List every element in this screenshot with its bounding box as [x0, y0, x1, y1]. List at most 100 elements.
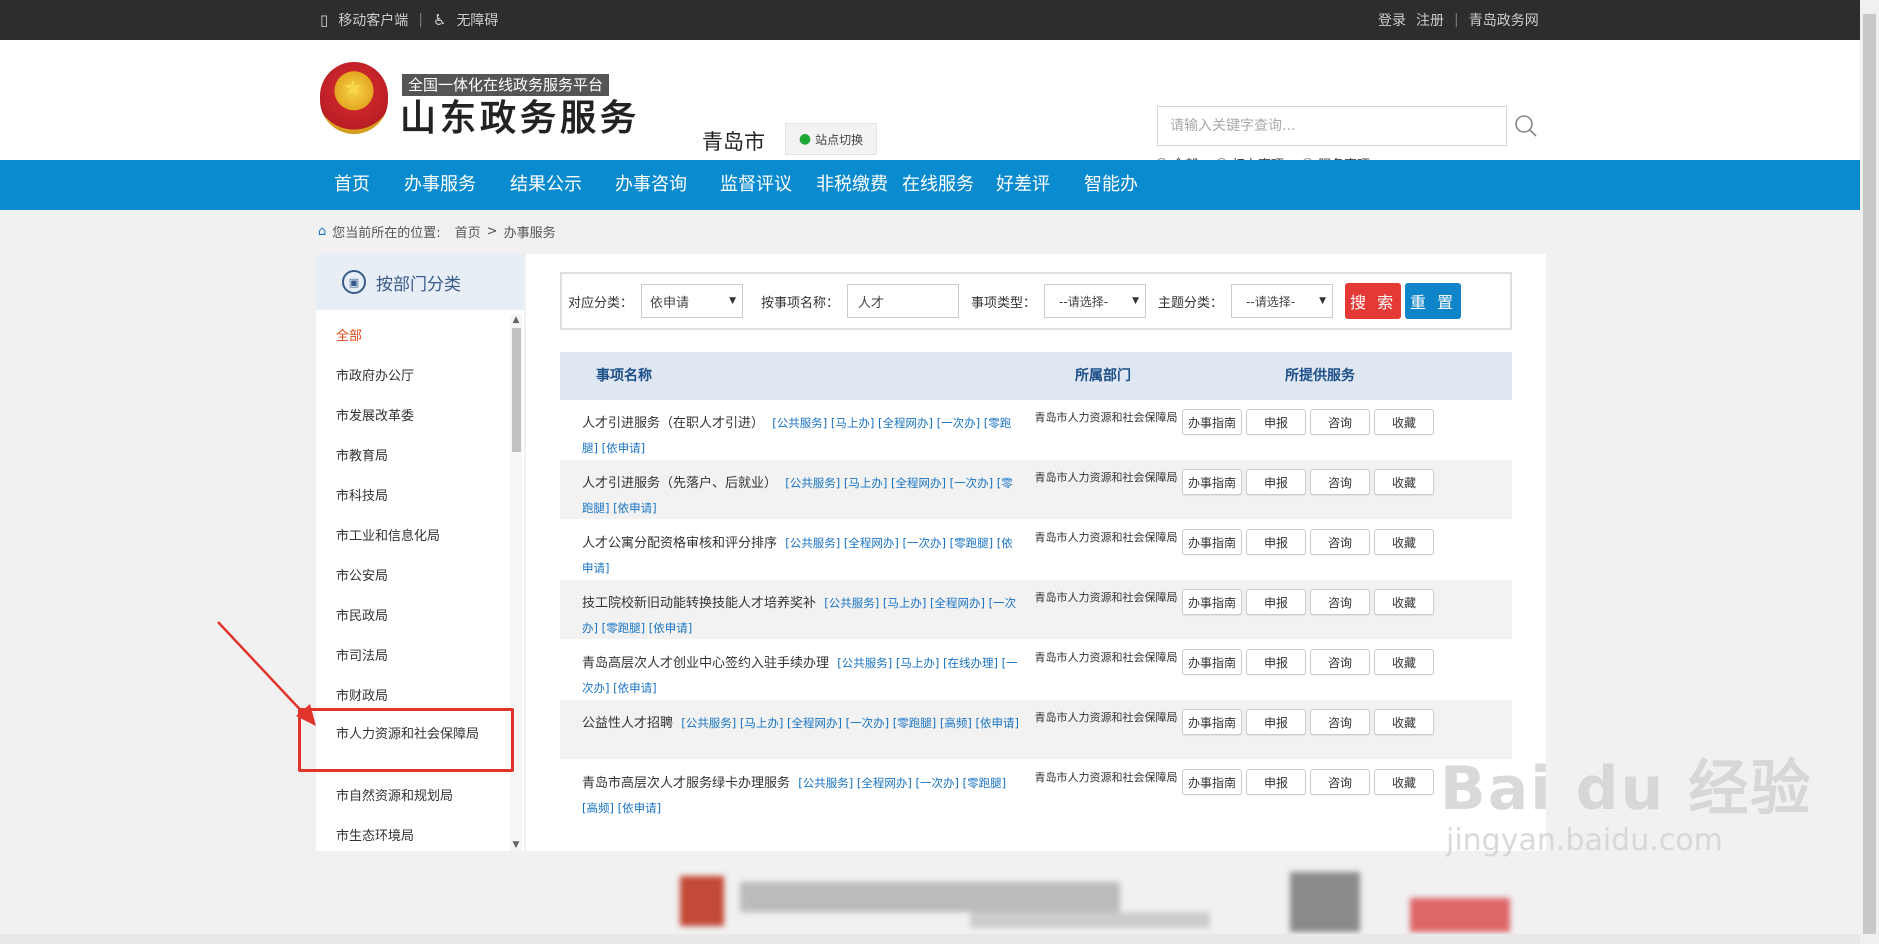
page-horizontal-scrollbar[interactable]	[0, 934, 1860, 944]
nav-services[interactable]: 办事服务	[404, 160, 476, 210]
sidebar-item-all[interactable]: 全部	[316, 314, 508, 354]
nav-supervise[interactable]: 监督评议	[720, 160, 792, 210]
footer-badge-blur	[1410, 898, 1510, 932]
category-select[interactable]: 依申请 ▼	[641, 284, 744, 318]
scroll-down-arrow-icon[interactable]: ▼	[510, 839, 522, 851]
favorite-button[interactable]: 收藏	[1374, 529, 1434, 555]
consult-button[interactable]: 咨询	[1310, 409, 1370, 435]
guide-button[interactable]: 办事指南	[1182, 649, 1242, 675]
search-input[interactable]	[1157, 106, 1507, 146]
consult-button[interactable]: 咨询	[1310, 649, 1370, 675]
apply-button[interactable]: 申报	[1246, 589, 1306, 615]
mobile-client-link[interactable]: 移动客户端	[338, 10, 408, 30]
guide-button[interactable]: 办事指南	[1182, 409, 1242, 435]
topic-select[interactable]: --请选择- ▼	[1231, 284, 1334, 318]
sidebar-item[interactable]: 市工业和信息化局	[316, 514, 508, 554]
scrollbar-thumb[interactable]	[512, 328, 521, 452]
sidebar-item[interactable]: 市民政局	[316, 594, 508, 634]
accessibility-link[interactable]: 无障碍	[456, 10, 498, 30]
favorite-button[interactable]: 收藏	[1374, 409, 1434, 435]
favorite-button[interactable]: 收藏	[1374, 709, 1434, 735]
reset-button[interactable]: 重 置	[1405, 283, 1462, 319]
guide-button[interactable]: 办事指南	[1182, 589, 1242, 615]
consult-button[interactable]: 咨询	[1310, 709, 1370, 735]
page-vertical-scrollbar[interactable]	[1860, 0, 1879, 944]
item-name-link[interactable]: 公益性人才招聘	[582, 716, 673, 731]
table-header: 事项名称 所属部门 所提供服务	[560, 352, 1512, 400]
sidebar-item[interactable]: 市政府办公厅	[316, 354, 508, 394]
apply-button[interactable]: 申报	[1246, 709, 1306, 735]
consult-button[interactable]: 咨询	[1310, 769, 1370, 795]
item-name-link[interactable]: 人才引进服务（先落户、后就业）	[582, 476, 777, 491]
login-link[interactable]: 登录	[1378, 10, 1406, 30]
apply-button[interactable]: 申报	[1246, 409, 1306, 435]
nav-nontax[interactable]: 非税缴费	[816, 160, 888, 210]
scrollbar-thumb[interactable]	[1863, 14, 1876, 934]
sidebar-item[interactable]: 市科技局	[316, 474, 508, 514]
department-cell: 青岛市人力资源和社会保障局	[1034, 531, 1178, 544]
home-icon: ⌂	[318, 224, 327, 239]
guide-button[interactable]: 办事指南	[1182, 709, 1242, 735]
sidebar-item[interactable]: 市生态环境局	[316, 814, 508, 854]
consult-button[interactable]: 咨询	[1310, 469, 1370, 495]
register-link[interactable]: 注册	[1416, 10, 1444, 30]
favorite-button[interactable]: 收藏	[1374, 649, 1434, 675]
platform-slogan: 全国一体化在线政务服务平台	[402, 74, 610, 96]
department-cell: 青岛市人力资源和社会保障局	[1034, 651, 1178, 664]
watermark-main: Bai du 经验	[1440, 754, 1813, 824]
nav-smart[interactable]: 智能办	[1084, 160, 1138, 210]
nav-consult[interactable]: 办事咨询	[615, 160, 687, 210]
favorite-button[interactable]: 收藏	[1374, 589, 1434, 615]
type-select[interactable]: --请选择- ▼	[1044, 284, 1147, 318]
table-row: 人才公寓分配资格审核和评分排序 [公共服务] [全程网办] [一次办] [零跑腿…	[560, 520, 1512, 580]
city-name: 青岛市	[702, 130, 765, 154]
brand-title[interactable]: 山东政务服务	[400, 94, 640, 144]
topic-label: 主题分类：	[1158, 295, 1224, 311]
consult-button[interactable]: 咨询	[1310, 589, 1370, 615]
baidu-watermark: Bai du 经验 jingyan.baidu.com	[1440, 740, 1812, 858]
apply-button[interactable]: 申报	[1246, 469, 1306, 495]
nav-rating[interactable]: 好差评	[996, 160, 1050, 210]
footer-text-blur	[740, 882, 1120, 912]
annotation-highlight-box	[298, 708, 514, 772]
breadcrumb-home[interactable]: 首页	[455, 222, 481, 241]
top-bar: ▯ 移动客户端 | ♿ 无障碍 登录 注册 | 青岛政务网	[0, 0, 1860, 40]
item-name-link[interactable]: 人才引进服务（在职人才引进）	[582, 416, 764, 431]
item-name-input[interactable]	[847, 284, 960, 318]
main-nav: 首页 办事服务 结果公示 办事咨询 监督评议 非税缴费 在线服务 好差评 智能办	[0, 160, 1860, 210]
site-switch-button[interactable]: ● 站点切换	[785, 123, 877, 155]
national-emblem-logo: ★	[320, 62, 388, 134]
consult-button[interactable]: 咨询	[1310, 529, 1370, 555]
search-button[interactable]: 搜 索	[1345, 283, 1402, 319]
guide-button[interactable]: 办事指南	[1182, 469, 1242, 495]
top-bar-left: ▯ 移动客户端 | ♿ 无障碍	[320, 0, 498, 40]
nav-results[interactable]: 结果公示	[510, 160, 582, 210]
favorite-button[interactable]: 收藏	[1374, 769, 1434, 795]
nav-online[interactable]: 在线服务	[902, 160, 974, 210]
nav-home[interactable]: 首页	[334, 160, 370, 210]
type-label: 事项类型：	[971, 295, 1037, 311]
sidebar-item[interactable]: 市司法局	[316, 634, 508, 674]
apply-button[interactable]: 申报	[1246, 769, 1306, 795]
department-cell: 青岛市人力资源和社会保障局	[1034, 411, 1178, 424]
guide-button[interactable]: 办事指南	[1182, 769, 1242, 795]
site-link[interactable]: 青岛政务网	[1469, 10, 1539, 30]
item-name-link[interactable]: 人才公寓分配资格审核和评分排序	[582, 536, 777, 551]
sidebar-item[interactable]: 市发展改革委	[316, 394, 508, 434]
apply-button[interactable]: 申报	[1246, 649, 1306, 675]
name-label: 按事项名称：	[761, 295, 840, 311]
table-row: 公益性人才招聘 [公共服务] [马上办] [全程网办] [一次办] [零跑腿] …	[560, 700, 1512, 760]
guide-button[interactable]: 办事指南	[1182, 529, 1242, 555]
sidebar-item[interactable]: 市公安局	[316, 554, 508, 594]
search-icon[interactable]	[1508, 108, 1544, 144]
sidebar-item[interactable]: 市自然资源和规划局	[316, 774, 508, 814]
type-select-value: --请选择-	[1059, 294, 1109, 309]
sidebar-item[interactable]: 市教育局	[316, 434, 508, 474]
apply-button[interactable]: 申报	[1246, 529, 1306, 555]
item-name-link[interactable]: 青岛市高层次人才服务绿卡办理服务	[582, 776, 790, 791]
favorite-button[interactable]: 收藏	[1374, 469, 1434, 495]
item-name-link[interactable]: 青岛高层次人才创业中心签约入驻手续办理	[582, 656, 829, 671]
item-tags[interactable]: [公共服务] [马上办] [全程网办] [一次办] [零跑腿] [高频] [依申…	[681, 716, 1019, 730]
item-name-link[interactable]: 技工院校新旧动能转换技能人才培养奖补	[582, 596, 816, 611]
scroll-up-arrow-icon[interactable]: ▲	[510, 314, 522, 326]
